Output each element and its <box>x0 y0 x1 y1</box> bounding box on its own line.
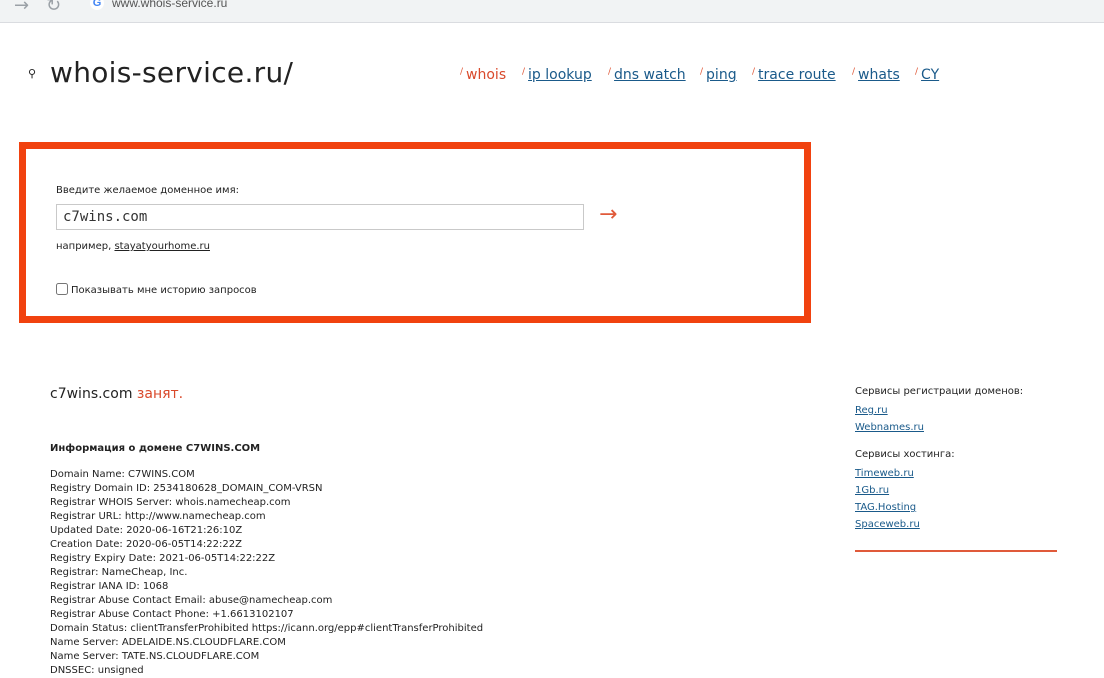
whois-line: Creation Date: 2020-06-05T14:22:22Z <box>50 539 242 550</box>
whois-line: Registrar URL: http://www.namecheap.com <box>50 511 266 522</box>
whois-line: Domain Status: clientTransferProhibited … <box>50 623 484 634</box>
nav-item-ip-lookup[interactable]: / ip lookup <box>522 67 592 83</box>
sidebar: Сервисы регистрации доменов: Reg.ru Webn… <box>855 385 1023 533</box>
domain-input-label: Введите желаемое доменное имя: <box>56 185 239 196</box>
nav-item-ping[interactable]: / ping <box>700 67 737 83</box>
history-label: Показывать мне историю запросов <box>71 285 257 296</box>
domain-input[interactable] <box>56 204 584 230</box>
sidebar-link-spaceweb[interactable]: Spaceweb.ru <box>855 516 1023 533</box>
whois-line: Registrar Abuse Contact Phone: +1.661310… <box>50 609 294 620</box>
status-badge: занят. <box>136 386 184 402</box>
whois-line: Registry Domain ID: 2534180628_DOMAIN_CO… <box>50 483 323 494</box>
nav-link[interactable]: trace route <box>758 67 836 83</box>
nav-link[interactable]: ip lookup <box>528 67 592 83</box>
whois-line: Registrar IANA ID: 1068 <box>50 581 169 592</box>
forward-arrow-icon[interactable]: → <box>14 0 29 16</box>
example-hint: например, stayatyourhome.ru <box>56 241 210 252</box>
nav-link[interactable]: CY <box>921 67 939 83</box>
whois-line: Updated Date: 2020-06-16T21:26:10Z <box>50 525 243 536</box>
nav-item-whois[interactable]: / whois <box>460 67 506 83</box>
nav-item-whats[interactable]: / whats <box>852 67 900 83</box>
registration-services-heading: Сервисы регистрации доменов: <box>855 386 1024 397</box>
nav-item-trace-route[interactable]: / trace route <box>752 67 836 83</box>
address-bar[interactable] <box>80 0 1104 18</box>
search-icon: ⚲ <box>28 67 37 80</box>
status-domain: c7wins.com <box>50 386 133 402</box>
reload-icon[interactable]: ↻ <box>46 0 61 16</box>
whois-line: DNSSEC: unsigned <box>50 665 144 676</box>
whois-line: Name Server: TATE.NS.CLOUDFLARE.COM <box>50 651 260 662</box>
whois-line: Name Server: ADELAIDE.NS.CLOUDFLARE.COM <box>50 637 286 648</box>
sidebar-link-1gb[interactable]: 1Gb.ru <box>855 482 1023 499</box>
history-option[interactable]: Показывать мне историю запросов <box>56 283 257 296</box>
nav-item-dns-watch[interactable]: / dns watch <box>608 67 686 83</box>
nav-link[interactable]: ping <box>706 67 737 83</box>
domain-status: c7wins.com занят. <box>50 386 183 402</box>
nav-link[interactable]: whois <box>466 67 506 83</box>
nav-link[interactable]: whats <box>858 67 900 83</box>
domain-search-form: Введите желаемое доменное имя: → наприме… <box>19 142 811 323</box>
example-link[interactable]: stayatyourhome.ru <box>114 241 210 252</box>
site-logo[interactable]: whois-service.ru/ <box>50 56 293 89</box>
hosting-services-heading: Сервисы хостинга: <box>855 449 955 460</box>
history-checkbox[interactable] <box>56 283 68 295</box>
browser-toolbar: → ↻ G www.whois-service.ru <box>0 0 1104 23</box>
whois-record: Domain Name: C7WINS.COM Registry Domain … <box>50 468 483 678</box>
sidebar-divider <box>855 550 1057 552</box>
whois-line: Registrar: NameCheap, Inc. <box>50 567 188 578</box>
sidebar-link-webnames[interactable]: Webnames.ru <box>855 419 1023 436</box>
example-prefix: например, <box>56 241 112 252</box>
whois-line: Registry Expiry Date: 2021-06-05T14:22:2… <box>50 553 276 564</box>
whois-line: Registrar Abuse Contact Email: abuse@nam… <box>50 595 333 606</box>
nav-link[interactable]: dns watch <box>614 67 686 83</box>
sidebar-link-reg-ru[interactable]: Reg.ru <box>855 402 1023 419</box>
whois-line: Registrar WHOIS Server: whois.namecheap.… <box>50 497 291 508</box>
sidebar-link-tag-hosting[interactable]: TAG.Hosting <box>855 499 1023 516</box>
nav-item-cy[interactable]: / CY <box>915 67 939 83</box>
domain-info-heading: Информация о домене C7WINS.COM <box>50 443 261 454</box>
submit-arrow-icon[interactable]: → <box>599 202 617 227</box>
sidebar-link-timeweb[interactable]: Timeweb.ru <box>855 465 1023 482</box>
url-text[interactable]: www.whois-service.ru <box>112 0 227 10</box>
whois-line: Domain Name: C7WINS.COM <box>50 469 195 480</box>
